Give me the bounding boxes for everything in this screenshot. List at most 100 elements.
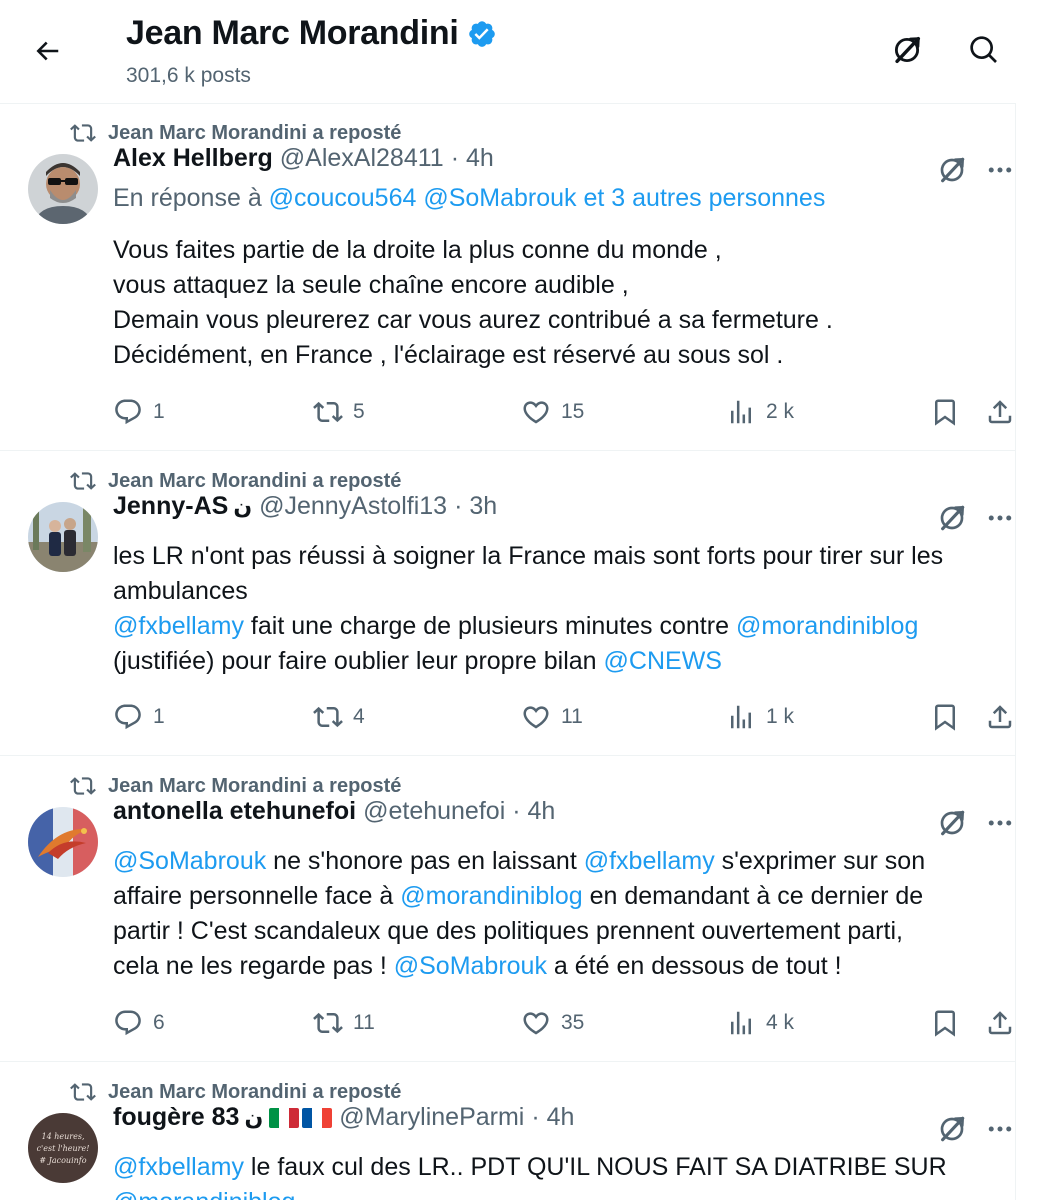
more-options-icon[interactable] [980,150,1020,190]
display-name[interactable]: Jenny-AS [113,492,228,521]
tweet-card[interactable]: Jean Marc Morandini a reposté Alex Hellb… [0,104,1016,451]
display-name[interactable]: Alex Hellberg [113,144,273,173]
like-button[interactable]: 35 [521,1003,584,1043]
tweet-text: Vous faites partie de la droite la plus … [113,233,1003,373]
tweet-text-line: partir ! C'est scandaleux que des politi… [113,917,903,945]
tweet-text-span: a été en dessous de tout ! [546,952,842,980]
profile-header: Jean Marc Morandini 301,6 k posts [0,0,1016,104]
grok-icon[interactable] [932,498,972,538]
tweet-text-line: ambulances [113,577,248,605]
share-icon [985,702,1015,732]
share-button[interactable] [985,392,1015,432]
tweet-text-line: @fxbellamy fait une charge de plusieurs … [113,609,1003,644]
tweet-text: les LR n'ont pas réussi à soigner la Fra… [113,539,1003,679]
avatar[interactable] [28,502,98,572]
tweet-header: Jenny-AS ن @JennyAstolfi13 · 3h [113,492,497,521]
user-handle[interactable]: @etehunefoi [363,797,505,826]
tweet-time[interactable]: · 4h [512,797,555,826]
reply-count: 1 [153,705,165,728]
avatar[interactable] [28,807,98,877]
repost-label: Jean Marc Morandini a reposté [108,469,402,492]
mention-link[interactable]: @SoMabrouk [113,847,266,875]
share-button[interactable] [985,1003,1015,1043]
post-count: 301,6 k posts [126,64,251,87]
heart-icon [521,1008,551,1038]
tweet-time[interactable]: · 4h [531,1103,574,1132]
user-handle[interactable]: @AlexAl28411 [280,144,444,173]
bookmark-button[interactable] [930,392,960,432]
tweet-text-span: s'exprimer sur son [714,847,926,875]
repost-count: 5 [353,400,365,423]
repost-icon [70,773,96,799]
repost-button[interactable]: 11 [313,1003,375,1043]
views-button[interactable]: 1 k [726,697,794,737]
tweet-text-line: Demain vous pleurerez car vous aurez con… [113,306,833,334]
display-name[interactable]: antonella etehunefoi [113,797,356,826]
mention-link[interactable]: @SoMabrouk [394,952,547,980]
bookmark-icon [930,397,960,427]
display-name[interactable]: fougère 83 [113,1103,239,1132]
user-handle[interactable]: @JennyAstolfi13 [259,492,447,521]
mention-link[interactable]: @morandiniblog [400,882,582,910]
tweet-time[interactable]: · 4h [451,144,494,173]
mention-link[interactable]: @fxbellamy [113,612,244,640]
user-handle[interactable]: @MarylineParmi [339,1103,524,1132]
tweet-card[interactable]: Jean Marc Morandini a reposté antonella … [0,757,1016,1062]
repost-count: 11 [353,1011,375,1034]
repost-label: Jean Marc Morandini a reposté [108,121,402,144]
mention-link[interactable]: @morandiniblog [736,612,918,640]
avatar[interactable]: 14 heures, c'est l'heure! # Jacouinfo [28,1113,98,1183]
tweet-text-line: les LR n'ont pas réussi à soigner la Fra… [113,542,944,570]
repost-indicator: Jean Marc Morandini a reposté [70,120,401,146]
tweet-time[interactable]: · 3h [454,492,497,521]
name-symbol: ن [233,493,253,519]
like-count: 15 [561,400,585,423]
tweet-actions: 1 5 15 2 k [113,392,1023,432]
repost-button[interactable]: 4 [313,697,365,737]
views-button[interactable]: 2 k [726,392,794,432]
reply-icon [113,702,143,732]
reply-others-link[interactable]: et 3 autres personnes [584,184,826,212]
tweet-text-line: vous attaquez la seule chaîne encore aud… [113,271,629,299]
like-button[interactable]: 15 [521,392,584,432]
mention-link[interactable]: @CNEWS [604,647,722,675]
mention-link[interactable]: @morandiniblog [113,1188,295,1200]
reply-button[interactable]: 1 [113,392,165,432]
share-icon [985,397,1015,427]
back-arrow-icon[interactable] [30,34,64,68]
more-options-icon[interactable] [980,498,1020,538]
reply-button[interactable]: 6 [113,1003,165,1043]
tweet-text-line: @SoMabrouk ne s'honore pas en laissant @… [113,844,1003,879]
avatar[interactable] [28,154,98,224]
repost-icon [313,397,343,427]
timeline-column: Jean Marc Morandini 301,6 k posts Jean M… [0,0,1016,1200]
reply-button[interactable]: 1 [113,697,165,737]
grok-icon[interactable] [932,803,972,843]
tweet-text-span: en demandant à ce dernier de [582,882,924,910]
bookmark-icon [930,702,960,732]
tweet-text-span: fait une charge de plusieurs minutes con… [243,612,736,640]
grok-icon[interactable] [932,150,972,190]
grok-icon[interactable] [932,1109,972,1149]
mention-link[interactable]: @fxbellamy [113,1153,244,1181]
views-button[interactable]: 4 k [726,1003,794,1043]
like-button[interactable]: 11 [521,697,583,737]
bookmark-button[interactable] [930,697,960,737]
grok-icon[interactable] [887,30,927,70]
bookmark-button[interactable] [930,1003,960,1043]
tweet-card[interactable]: Jean Marc Morandini a reposté 14 heures,… [0,1063,1016,1200]
tweet-card[interactable]: Jean Marc Morandini a reposté Jenny-AS ن… [0,452,1016,756]
mention-link[interactable]: @fxbellamy [584,847,715,875]
more-options-icon[interactable] [980,803,1020,843]
repost-button[interactable]: 5 [313,392,365,432]
tweet-text-line: Vous faites partie de la droite la plus … [113,236,722,264]
repost-label: Jean Marc Morandini a reposté [108,1080,402,1103]
more-options-icon[interactable] [980,1109,1020,1149]
reply-handles-link[interactable]: @coucou564 @SoMabrouk [269,184,577,212]
tweet-text-line: affaire personnelle face à @morandiniblo… [113,879,1003,914]
share-button[interactable] [985,697,1015,737]
tweet-text: @SoMabrouk ne s'honore pas en laissant @… [113,844,1003,984]
tweet-text-span: le faux cul des LR.. PDT QU'IL NOUS FAIT… [243,1153,947,1181]
search-icon[interactable] [964,30,1004,70]
like-count: 11 [561,705,583,728]
